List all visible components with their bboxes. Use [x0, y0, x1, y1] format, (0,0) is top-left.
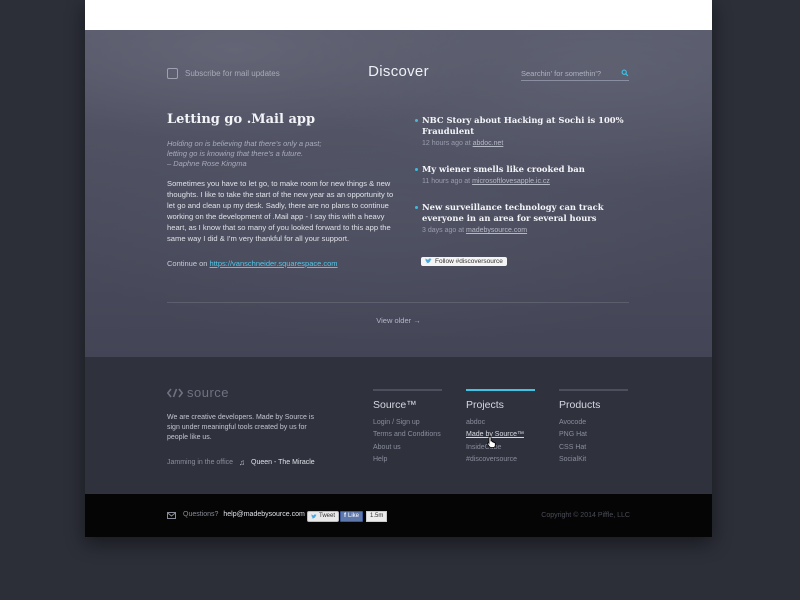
- news-meta: 11 hours ago at microsoftlovesapple.ic.c…: [422, 178, 635, 185]
- footer: source We are creative developers. Made …: [85, 357, 712, 494]
- about-text: We are creative developers. Made by Sour…: [167, 414, 314, 441]
- news-title[interactable]: NBC Story about Hacking at Sochi is 100%…: [422, 115, 635, 137]
- follow-label: Follow #discoversource: [435, 257, 503, 265]
- continue-label: Continue on: [167, 259, 208, 268]
- news-source[interactable]: madebysource.com: [466, 227, 527, 234]
- footer-link[interactable]: Help: [373, 454, 443, 466]
- footer-link-hovered[interactable]: Made by Source™: [466, 429, 536, 441]
- bottom-bar: Questions? help@madebysource.com Tweet f…: [85, 494, 712, 537]
- copyright: Copyright © 2014 Piffle, LLC: [541, 512, 630, 519]
- news-item[interactable]: My wiener smells like crooked ban 11 hou…: [415, 164, 635, 185]
- news-item[interactable]: NBC Story about Hacking at Sochi is 100%…: [415, 115, 635, 147]
- search-box[interactable]: [521, 67, 629, 81]
- footer-link[interactable]: Terms and Conditions: [373, 429, 443, 441]
- column-title: Products: [559, 399, 601, 411]
- quote-line: letting go is knowing that there's a fut…: [167, 149, 304, 158]
- column-bar: [559, 389, 628, 391]
- contact-line: Questions? help@madebysource.com: [183, 511, 305, 518]
- questions-label: Questions?: [183, 511, 219, 518]
- continue-link[interactable]: https://vanschneider.squarespace.com: [210, 259, 338, 268]
- news-time: 3 days ago at: [422, 227, 465, 234]
- news-source[interactable]: microsoftlovesapple.ic.cz: [472, 178, 550, 185]
- twitter-icon: [311, 514, 317, 519]
- view-older-link[interactable]: View older →: [85, 316, 712, 325]
- quote-line: Holding on is believing that there's onl…: [167, 139, 322, 148]
- mail-icon: [167, 512, 176, 519]
- continue-reading: Continue on https://vanschneider.squares…: [167, 259, 397, 268]
- facebook-like-button[interactable]: f Like: [340, 511, 364, 522]
- footer-link[interactable]: #discoversource: [466, 454, 536, 466]
- column-bar: [373, 389, 442, 391]
- footer-link[interactable]: Login / Sign up: [373, 417, 443, 429]
- like-count: 1.5m: [366, 511, 388, 522]
- news-title[interactable]: My wiener smells like crooked ban: [422, 164, 635, 175]
- divider: [167, 302, 629, 303]
- logo-text: source: [187, 385, 230, 400]
- tweet-label: Tweet: [319, 513, 336, 519]
- twitter-icon: [425, 258, 432, 264]
- music-note-icon: ♫: [239, 458, 246, 467]
- footer-link[interactable]: SocialKit: [559, 454, 629, 466]
- tweet-button[interactable]: Tweet: [307, 511, 340, 522]
- hand-cursor-icon: [487, 436, 496, 448]
- source-logo-icon: [167, 388, 183, 397]
- bullet-icon: [415, 119, 418, 122]
- article-body: Sometimes you have to let go, to make ro…: [167, 179, 394, 243]
- article-title[interactable]: Letting go .Mail app: [167, 112, 397, 127]
- jamming-label: Jamming in the office: [167, 459, 234, 466]
- twitter-follow-button[interactable]: Follow #discoversource: [421, 256, 507, 266]
- news-source[interactable]: abdoc.net: [473, 140, 504, 147]
- news-item[interactable]: New surveillance technology can track ev…: [415, 202, 635, 234]
- footer-column-projects: Projects abdoc Made by Source™ InsideCub…: [466, 389, 536, 466]
- bullet-icon: [415, 206, 418, 209]
- quote-author: – Daphne Rose Kingma: [167, 159, 247, 168]
- column-title: Projects: [466, 399, 504, 411]
- featured-article: Letting go .Mail app Holding on is belie…: [167, 112, 397, 268]
- news-list: NBC Story about Hacking at Sochi is 100%…: [415, 115, 635, 269]
- news-time: 12 hours ago at: [422, 140, 471, 147]
- column-title: Source™: [373, 399, 417, 411]
- top-bar: [85, 0, 712, 30]
- news-title[interactable]: New surveillance technology can track ev…: [422, 202, 635, 224]
- bullet-icon: [415, 168, 418, 171]
- column-bar-active: [466, 389, 535, 391]
- footer-column-source: Source™ Login / Sign up Terms and Condit…: [373, 389, 443, 466]
- news-time: 11 hours ago at: [422, 178, 471, 185]
- footer-link[interactable]: CSS Hat: [559, 442, 629, 454]
- contact-email[interactable]: help@madebysource.com: [223, 511, 304, 518]
- hero-section: Subscribe for mail updates Discover Lett…: [85, 30, 712, 357]
- search-icon[interactable]: [621, 69, 629, 77]
- news-meta: 12 hours ago at abdoc.net: [422, 140, 635, 147]
- footer-link[interactable]: About us: [373, 442, 443, 454]
- page-frame: Subscribe for mail updates Discover Lett…: [85, 0, 712, 537]
- now-playing: Jamming in the office ♫ Queen - The Mira…: [167, 458, 315, 467]
- like-label: Like: [348, 513, 360, 519]
- footer-link[interactable]: InsideCube: [466, 442, 536, 454]
- article-quote: Holding on is believing that there's onl…: [167, 139, 397, 169]
- source-logo[interactable]: source: [167, 385, 229, 400]
- now-playing-song[interactable]: Queen - The Miracle: [251, 459, 315, 466]
- footer-link[interactable]: abdoc: [466, 417, 536, 429]
- footer-column-products: Products Avocode PNG Hat CSS Hat SocialK…: [559, 389, 629, 466]
- facebook-icon: f: [344, 513, 346, 519]
- footer-link[interactable]: Avocode: [559, 417, 629, 429]
- footer-link[interactable]: PNG Hat: [559, 429, 629, 441]
- search-input[interactable]: [521, 67, 615, 79]
- news-meta: 3 days ago at madebysource.com: [422, 227, 635, 234]
